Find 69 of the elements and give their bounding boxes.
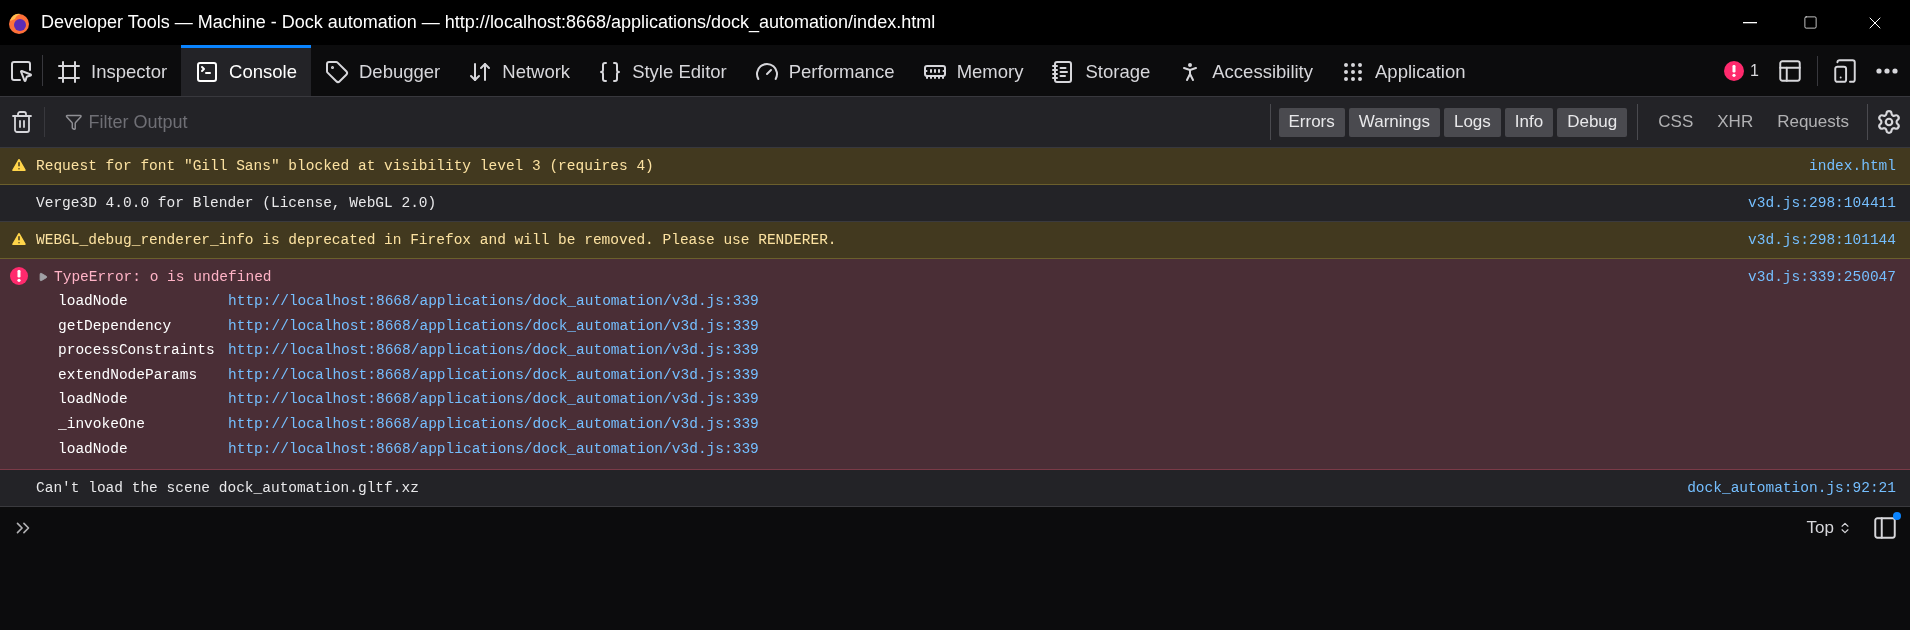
error-icon [1724, 60, 1745, 81]
panel-tab[interactable]: Network [454, 45, 585, 96]
expand-toggle[interactable] [36, 270, 50, 284]
request-type-toggle[interactable]: CSS [1648, 107, 1704, 137]
stack-url-link[interactable]: http://localhost:8668/applications/dock_automation/v3d.js:339 [228, 289, 759, 314]
warning-icon [10, 156, 28, 174]
frame-icon [57, 60, 81, 84]
layout-icon [1777, 57, 1803, 84]
request-type-toggle[interactable]: Requests [1767, 107, 1859, 137]
log-level-toggle[interactable]: Debug [1557, 107, 1628, 137]
window-title: Developer Tools — Machine - Dock automation — http://localhost:8668/applications/dock_automation/index.html [41, 11, 936, 35]
stack-url-link[interactable]: http://localhost:8668/applications/dock_automation/v3d.js:339 [228, 362, 759, 388]
source-link[interactable]: v3d.js:298:104411 [1748, 193, 1896, 213]
stack-function: loadNode [58, 390, 129, 410]
stack-function: extendNodeParams [58, 365, 199, 385]
panel-tab[interactable]: Performance [740, 45, 909, 96]
error-count-badge[interactable]: 1 [1720, 58, 1763, 83]
source-link[interactable]: v3d.js:339:250047 [1748, 267, 1896, 287]
braces-icon [598, 60, 623, 84]
log-level-toggle[interactable]: Warnings [1348, 107, 1440, 137]
panel-tab[interactable]: Accessibility [1164, 45, 1327, 96]
message-text: Request for font "Gill Sans" blocked at visibility level 3 (requires 4) [36, 157, 654, 176]
more-icon [1876, 67, 1898, 74]
filter-icon [65, 113, 83, 131]
triangle-icon [38, 272, 48, 282]
arrows-up-down-icon [468, 60, 493, 84]
warning-icon [10, 230, 28, 248]
sidebar-toggle-button[interactable] [1872, 515, 1898, 542]
stack-function: _invokeOne [58, 414, 146, 434]
stack-function: getDependency [58, 316, 173, 336]
request-type-toggle[interactable]: XHR [1707, 107, 1764, 137]
message-text: WEBGL_debug_renderer_info is deprecated in Firefox and will be removed. Please use RENDERER. [36, 231, 837, 250]
trash-icon [10, 110, 34, 134]
tag-icon [325, 60, 349, 84]
message-text: Verge3D 4.0.0 for Blender (License, WebGL 2.0) [36, 194, 437, 213]
panel-tab[interactable]: Memory [908, 45, 1038, 96]
context-selector[interactable]: Top [1806, 515, 1852, 541]
minimize-icon [1743, 21, 1757, 24]
stack-url-link[interactable]: http://localhost:8668/applications/dock_automation/v3d.js:339 [228, 436, 759, 462]
cursor-in-square-icon [9, 58, 33, 83]
panel-tab[interactable]: Debugger [311, 45, 455, 96]
panel-tab[interactable]: Storage [1037, 45, 1165, 96]
error-icon [10, 267, 28, 285]
panel-tab[interactable]: Console [181, 45, 311, 96]
message-text: TypeError: o is undefined [54, 268, 272, 287]
log-level-toggle[interactable]: Logs [1443, 107, 1501, 137]
filter-field[interactable]: Filter Output [88, 108, 965, 136]
terminal-icon [195, 60, 220, 84]
settings-icon [1876, 109, 1902, 135]
stack-url-link[interactable]: http://localhost:8668/applications/dock_automation/v3d.js:339 [228, 387, 759, 412]
stack-url-link[interactable]: http://localhost:8668/applications/dock_automation/v3d.js:339 [228, 313, 759, 339]
log-level-toggle[interactable]: Errors [1278, 107, 1345, 137]
stack-function: loadNode [58, 292, 129, 311]
devices-icon [1832, 57, 1858, 84]
panel-tab[interactable]: Application [1327, 45, 1480, 96]
sidebar-icon [1872, 515, 1898, 542]
stack-url-link[interactable]: http://localhost:8668/applications/dock_automation/v3d.js:339 [228, 411, 759, 437]
stack-function: processConstraints [58, 341, 216, 361]
panel-tab[interactable]: Style Editor [584, 45, 741, 96]
log-level-toggle[interactable]: Info [1504, 107, 1554, 137]
panel-tab[interactable]: Inspector [43, 45, 182, 96]
source-link[interactable]: v3d.js:298:101144 [1748, 230, 1896, 250]
message-text: Can't load the scene dock_automation.gltf.xz [36, 479, 419, 499]
source-link[interactable]: index.html [1809, 156, 1896, 176]
maximize-icon [1802, 15, 1818, 30]
stack-url-link[interactable]: http://localhost:8668/applications/dock_automation/v3d.js:339 [228, 338, 759, 363]
source-link[interactable]: dock_automation.js:92:21 [1687, 478, 1896, 499]
dots-grid-icon [1341, 60, 1365, 84]
stack-function: loadNode [58, 439, 129, 459]
